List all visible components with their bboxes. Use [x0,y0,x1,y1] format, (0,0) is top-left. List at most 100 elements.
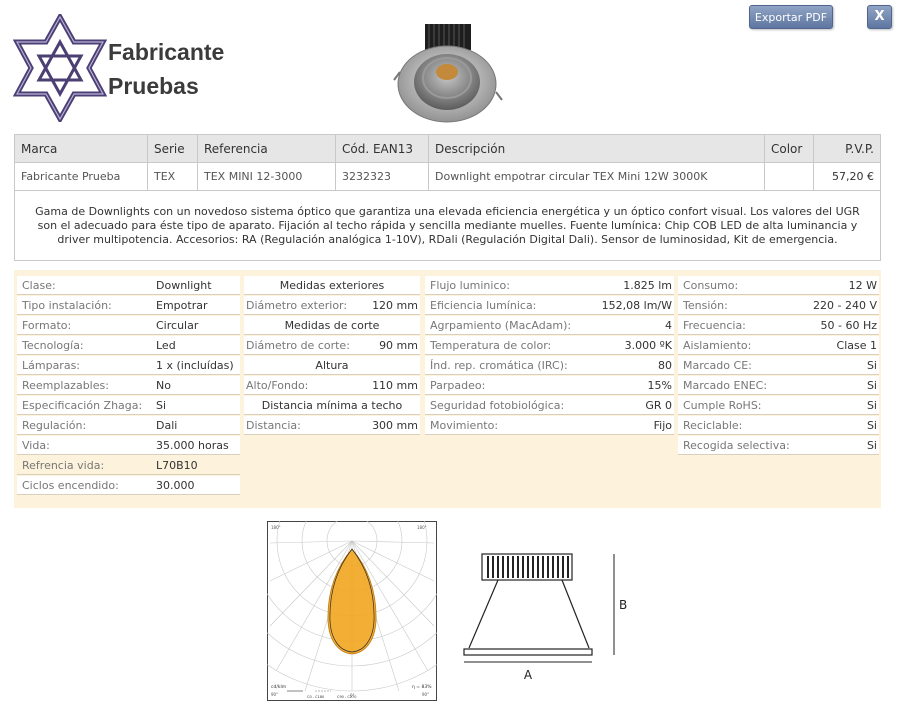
spec-row: Clase: Downlight [17,276,240,295]
spec-row: Reciclable: Si [678,416,879,435]
export-pdf-button[interactable]: Exportar PDF [749,5,833,29]
spec-label: Clase: [22,278,56,292]
header-color: Color [764,134,814,163]
header-referencia: Referencia [197,134,336,163]
star-logo-icon [13,14,107,122]
spec-row: Consumo: 12 W [678,276,879,295]
spec-label: Flujo luminico: [430,278,510,292]
spec-row: Alto/Fondo: 110 mm [244,376,420,395]
spec-row: Frecuencia: 50 - 60 Hz [678,316,879,335]
spec-label: Eficiencia lumínica: [430,298,537,312]
header-ean13: Cód. EAN13 [335,134,429,163]
spec-value: 1.825 lm [623,278,672,292]
spec-value: Si [866,398,877,412]
measures-height-title: Altura [244,356,420,375]
svg-text:90°: 90° [271,692,278,697]
spec-value: 35.000 horas [156,438,229,452]
spec-row: Marcado CE: Si [678,356,879,375]
spec-row: Diámetro exterior: 120 mm [244,296,420,315]
measures-cut-title: Medidas de corte [244,316,420,335]
spec-row: Movimiento: Fijo [425,416,674,435]
polar-unit-label: cd/klm [271,684,286,690]
spec-row: Eficiencia lumínica: 152,08 lm/W [425,296,674,315]
spec-value: GR 0 [645,398,672,412]
spec-value: Si [156,398,167,412]
spec-row: Diámetro de corte: 90 mm [244,336,420,355]
spec-value: 220 - 240 V [813,298,877,312]
spec-row: Tecnología: Led [17,336,240,355]
spec-row: Temperatura de color: 3.000 ºK [425,336,674,355]
dimension-diagram: A B [463,553,627,682]
spec-value: Downlight [156,278,212,292]
spec-value: Clase 1 [836,338,877,352]
table-header-row: Marca Serie Referencia Cód. EAN13 Descri… [14,134,881,163]
polar-efficiency-label: η = 83% [412,684,432,690]
spec-label: Regulación: [22,418,87,432]
spec-value: 15% [647,378,672,392]
spec-row: Índ. rep. cromática (IRC): 80 [425,356,674,375]
cell-color [764,162,814,191]
specs-column-electrical: Consumo: 12 W Tensión: 220 - 240 V Frecuen… [678,276,879,456]
table-row: Fabricante Prueba TEX TEX MINI 12-3000 3… [14,162,881,191]
spec-label: Tensión: [683,298,728,312]
header-pvp: P.V.P. [813,134,881,163]
spec-value: 50 - 60 Hz [820,318,878,332]
spec-label: Parpadeo: [430,378,486,392]
header-descripcion: Descripción [428,134,765,163]
brand-line-2: Pruebas [108,73,199,99]
cell-referencia: TEX MINI 12-3000 [197,162,336,191]
spec-row: Parpadeo: 15% [425,376,674,395]
spec-label: Seguridad fotobiológica: [430,398,565,412]
product-description: Gama de Downlights con un novedoso siste… [14,189,881,261]
spec-value: 1 x (incluídas) [156,358,234,372]
dimension-label-a: A [524,668,533,682]
spec-value: Si [866,418,877,432]
spec-row: Especificación Zhaga: Si [17,396,240,415]
dimension-label-b: B [619,598,627,612]
spec-value: 12 W [848,278,877,292]
specs-column-general: Clase: Downlight Tipo instalación: Empotra… [17,276,240,496]
spec-row: Cumple RoHS: Si [678,396,879,415]
spec-value: Empotrar [156,298,208,312]
spec-row: Formato: Circular [17,316,240,335]
header-marca: Marca [14,134,148,163]
spec-value: 120 mm [372,298,418,312]
cell-descripcion: Downlight empotrar circular TEX Mini 12W… [428,162,765,191]
measures-exterior-title: Medidas exteriores [244,276,420,295]
cell-ean13: 3232323 [335,162,429,191]
spec-row: Vida: 35.000 horas [17,436,240,455]
spec-label: Diámetro exterior: [246,298,348,312]
spec-row: Distancia: 300 mm [244,416,420,435]
close-button[interactable]: X [867,5,892,29]
spec-label: Agrpamiento (MacAdam): [430,318,572,332]
spec-label: Distancia: [246,418,301,432]
polar-light-distribution-diagram: 180° 180° 90° 90° 0° cd/klm C0 - C180 C90 … [267,521,437,701]
spec-label: Tipo instalación: [22,298,112,312]
cell-marca: Fabricante Prueba [14,162,148,191]
spec-value: 30.000 [156,478,195,492]
spec-value: 152,08 lm/W [601,298,672,312]
spec-label: Diámetro de corte: [246,338,350,352]
spec-row: Marcado ENEC: Si [678,376,879,395]
spec-value: 300 mm [372,418,418,432]
spec-value: Si [866,438,877,452]
spec-label: Índ. rep. cromática (IRC): [430,358,568,372]
spec-label: Frecuencia: [683,318,746,332]
spec-row: Refrencia vida: L70B10 [17,456,240,475]
spec-label: Marcado CE: [683,358,752,372]
spec-label: Consumo: [683,278,739,292]
spec-row: Tipo instalación: Empotrar [17,296,240,315]
spec-value: Si [866,358,877,372]
spec-value: Fijo [653,418,672,432]
specs-panel: Clase: Downlight Tipo instalación: Empotra… [14,270,881,508]
measures-distance-title: Distancia mínima a techo [244,396,420,415]
spec-row: Ciclos encendido: 30.000 [17,476,240,495]
spec-row: Reemplazables: No [17,376,240,395]
spec-value: No [156,378,171,392]
spec-row: Aislamiento: Clase 1 [678,336,879,355]
specs-column-photometric: Flujo luminico: 1.825 lm Eficiencia lumín… [425,276,674,436]
spec-label: Especificación Zhaga: [22,398,143,412]
spec-value: 90 mm [379,338,418,352]
polar-legend-c90: C90 - C270 [337,695,357,699]
spec-row: Lámparas: 1 x (incluídas) [17,356,240,375]
